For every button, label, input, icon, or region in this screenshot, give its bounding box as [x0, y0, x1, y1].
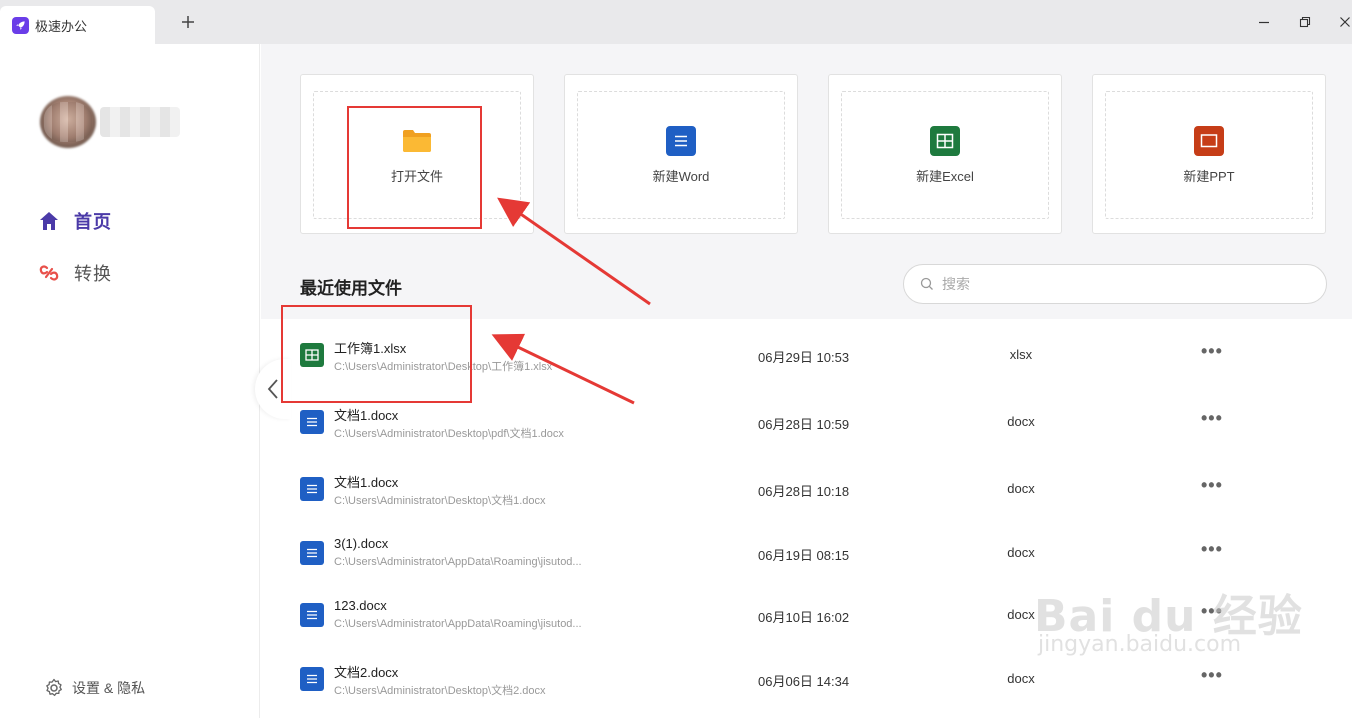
restore-button[interactable]: [1296, 13, 1314, 31]
file-row[interactable]: 文档2.docx C:\Users\Administrator\Desktop\…: [261, 645, 1352, 709]
close-button[interactable]: [1336, 13, 1352, 31]
sidebar: 首页 转换 设置 & 隐私: [0, 44, 260, 718]
recent-files-title: 最近使用文件: [300, 279, 402, 298]
close-icon: [1340, 17, 1350, 27]
file-type: docx: [1007, 414, 1035, 429]
more-options-button[interactable]: •••: [1201, 665, 1223, 686]
card-dropzone: 新建PPT: [1105, 91, 1313, 219]
tab-title: 极速办公: [35, 18, 88, 34]
rocket-icon: [12, 16, 29, 34]
new-ppt-card[interactable]: 新建PPT: [1092, 74, 1326, 234]
word-file-icon: [300, 603, 324, 627]
file-path: C:\Users\Administrator\AppData\Roaming\j…: [334, 618, 582, 630]
new-tab-button[interactable]: [178, 12, 198, 32]
word-file-icon: [300, 410, 324, 434]
settings-privacy-link[interactable]: 设置 & 隐私: [44, 678, 145, 698]
more-options-button[interactable]: •••: [1201, 341, 1223, 362]
file-path: C:\Users\Administrator\Desktop\文档1.docx: [334, 495, 546, 507]
file-name: 文档2.docx: [334, 665, 399, 680]
app-tab[interactable]: 极速办公: [0, 6, 155, 44]
file-path: C:\Users\Administrator\AppData\Roaming\j…: [334, 556, 582, 568]
card-dropzone: 新建Word: [577, 91, 785, 219]
file-date: 06月06日 14:34: [758, 674, 850, 689]
more-options-button[interactable]: •••: [1201, 539, 1223, 560]
plus-icon: [182, 16, 194, 28]
file-path: C:\Users\Administrator\Desktop\文档2.docx: [334, 685, 546, 697]
file-name: 文档1.docx: [334, 408, 399, 423]
file-date: 06月29日 10:53: [758, 350, 850, 365]
sidebar-item-label: 首页: [74, 212, 112, 232]
word-file-icon: [300, 541, 324, 565]
file-name: 123.docx: [334, 598, 387, 613]
gear-icon: [46, 678, 62, 697]
file-type: docx: [1007, 671, 1035, 686]
file-date: 06月19日 08:15: [758, 548, 850, 563]
file-type: docx: [1007, 545, 1035, 560]
ppt-icon: [1194, 125, 1224, 156]
chevron-left-icon: [267, 379, 278, 399]
search-icon: [920, 277, 933, 290]
more-options-button[interactable]: •••: [1201, 601, 1223, 622]
sidebar-item-label: 转换: [74, 264, 112, 284]
excel-icon: [930, 125, 960, 156]
file-name: 3(1).docx: [334, 536, 389, 551]
sidebar-item-convert[interactable]: 转换: [38, 259, 112, 287]
minimize-button[interactable]: [1255, 13, 1273, 31]
minimize-icon: [1259, 21, 1269, 24]
file-type: docx: [1007, 481, 1035, 496]
card-label: 新建Word: [652, 168, 710, 184]
file-row[interactable]: 文档1.docx C:\Users\Administrator\Desktop\…: [261, 455, 1352, 519]
file-type: docx: [1007, 607, 1035, 622]
word-icon: [666, 125, 696, 156]
more-options-button[interactable]: •••: [1201, 408, 1223, 429]
file-row[interactable]: 3(1).docx C:\Users\Administrator\AppData…: [261, 519, 1352, 583]
file-row[interactable]: 123.docx C:\Users\Administrator\AppData\…: [261, 581, 1352, 645]
home-icon: [40, 212, 58, 230]
annotation-box-open-file: [347, 106, 482, 229]
word-file-icon: [300, 477, 324, 501]
new-word-card[interactable]: 新建Word: [564, 74, 798, 234]
avatar-blur: [44, 102, 92, 142]
file-date: 06月28日 10:18: [758, 484, 850, 499]
title-bar: 极速办公: [0, 0, 1352, 44]
card-label: 新建PPT: [1183, 168, 1235, 184]
restore-icon: [1299, 16, 1311, 28]
file-date: 06月28日 10:59: [758, 417, 850, 432]
file-date: 06月10日 16:02: [758, 610, 850, 625]
username-blurred: [100, 107, 180, 137]
convert-icon: [39, 265, 59, 281]
new-excel-card[interactable]: 新建Excel: [828, 74, 1062, 234]
word-file-icon: [300, 667, 324, 691]
search-box[interactable]: [903, 264, 1327, 304]
settings-label: 设置 & 隐私: [72, 680, 146, 696]
more-options-button[interactable]: •••: [1201, 475, 1223, 496]
file-path: C:\Users\Administrator\Desktop\pdf\文档1.d…: [334, 428, 564, 440]
sidebar-item-home[interactable]: 首页: [38, 207, 112, 235]
file-name: 文档1.docx: [334, 475, 399, 490]
file-type: xlsx: [1009, 347, 1033, 362]
card-dropzone: 新建Excel: [841, 91, 1049, 219]
card-label: 新建Excel: [916, 168, 974, 184]
search-input[interactable]: [942, 276, 1302, 292]
annotation-box-recent-file: [281, 305, 472, 403]
